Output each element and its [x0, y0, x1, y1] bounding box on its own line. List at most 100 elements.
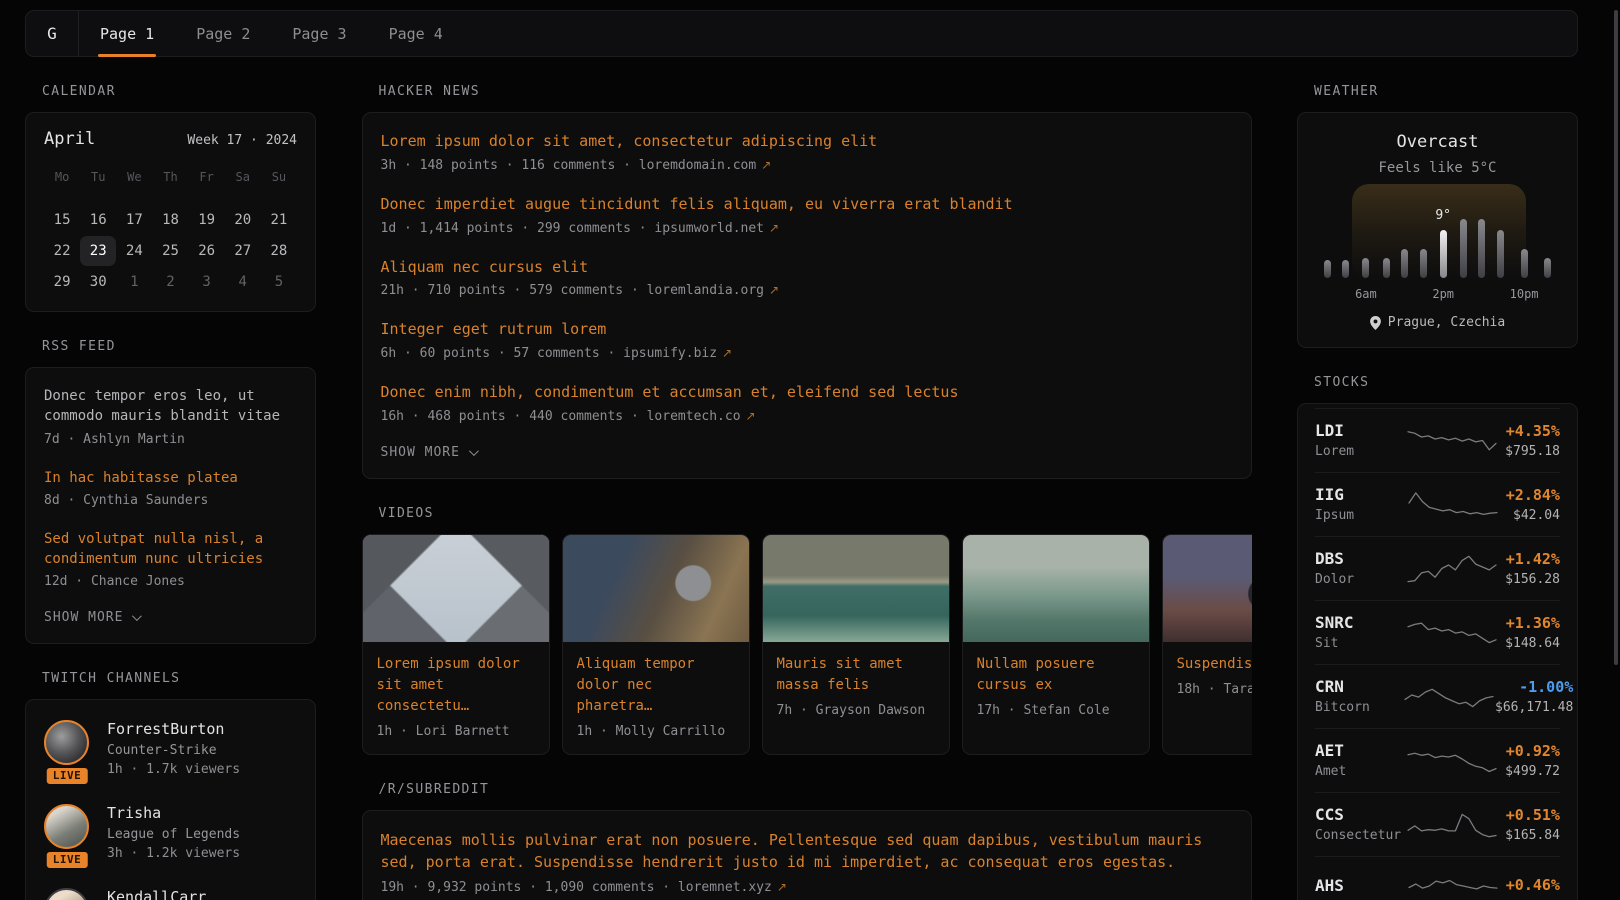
twitch-channel-row[interactable]: LIVE ForrestBurton Counter-Strike 1h · 1…: [44, 720, 297, 777]
external-link-icon: ↗: [746, 409, 756, 423]
rss-item: Donec tempor eros leo, ut commodo mauris…: [44, 386, 297, 447]
stock-change: +2.84%: [1506, 486, 1560, 504]
rss-item-link[interactable]: In hac habitasse platea: [44, 468, 297, 488]
calendar-day: 26: [189, 236, 225, 266]
video-thumbnail: [763, 535, 949, 642]
page-tab[interactable]: Page 4: [368, 11, 464, 56]
twitch-widget: LIVE ForrestBurton Counter-Strike 1h · 1…: [25, 699, 316, 900]
video-title[interactable]: Lorem ipsum dolor sit amet consectetu…: [377, 654, 535, 717]
calendar-day: 28: [261, 236, 297, 266]
calendar-day: 15: [44, 205, 80, 235]
weather-hour-column: [1337, 198, 1356, 302]
rss-item-link[interactable]: Sed volutpat nulla nisl, a condimentum n…: [44, 529, 297, 570]
calendar-day: 25: [152, 236, 188, 266]
calendar-day: 22: [44, 236, 80, 266]
stock-row[interactable]: DBS Dolor +1.42% $156.28: [1315, 536, 1560, 600]
calendar-day: 21: [261, 205, 297, 235]
video-title[interactable]: Mauris sit amet massa felis: [777, 654, 935, 696]
calendar-day-grid: 1516171819202122232425262728293012345: [44, 205, 297, 297]
rss-item-link[interactable]: Donec tempor eros leo, ut commodo mauris…: [44, 386, 297, 427]
stock-row[interactable]: SNRC Sit +1.36% $148.64: [1315, 600, 1560, 664]
page-tab[interactable]: Page 2: [175, 11, 271, 56]
stock-change: +0.46%: [1506, 876, 1560, 894]
weekday-label: Su: [261, 163, 297, 191]
video-meta: 1h · Lori Barnett: [377, 724, 535, 739]
video-card[interactable]: Suspendisse diam 18h · Tara: [1162, 534, 1252, 755]
stock-sparkline: [1403, 678, 1495, 714]
video-meta: 7h · Grayson Dawson: [777, 703, 935, 718]
video-thumbnail: [563, 535, 749, 642]
rss-widget: Donec tempor eros leo, ut commodo mauris…: [25, 367, 316, 644]
location-pin-icon: [1370, 316, 1381, 330]
hn-section-title: HACKER NEWS: [379, 84, 1252, 99]
video-card[interactable]: Mauris sit amet massa felis 7h · Grayson…: [762, 534, 950, 755]
stock-change: +4.35%: [1505, 422, 1560, 440]
video-card[interactable]: Aliquam tempor dolor nec pharetra… 1h · …: [562, 534, 750, 755]
temperature-bar: [1401, 249, 1408, 278]
stock-row[interactable]: IIG Ipsum +2.84% $42.04: [1315, 472, 1560, 536]
calendar-day: 17: [116, 205, 152, 235]
hn-show-more-button[interactable]: SHOW MORE: [381, 445, 1233, 460]
weather-location: Prague, Czechia: [1315, 315, 1560, 330]
hn-item-link[interactable]: Donec enim nibh, condimentum et accumsan…: [381, 382, 1233, 404]
stock-name: Consectetur: [1315, 828, 1403, 843]
video-title[interactable]: Aliquam tempor dolor nec pharetra…: [577, 654, 735, 717]
rss-section-title: RSS FEED: [42, 339, 316, 354]
hn-item-link[interactable]: Donec imperdiet augue tincidunt felis al…: [381, 194, 1233, 216]
stock-row[interactable]: AHS +0.46%: [1315, 856, 1560, 900]
temperature-bar: [1521, 249, 1528, 278]
chevron-down-icon: [132, 612, 142, 622]
live-badge: LIVE: [45, 766, 90, 786]
hn-item-meta: 21h · 710 points · 579 comments · loreml…: [381, 283, 1233, 298]
stock-sparkline: [1406, 422, 1498, 458]
avatar: [44, 804, 89, 849]
page-tab[interactable]: Page 3: [271, 11, 367, 56]
stock-name: Dolor: [1315, 572, 1403, 587]
stocks-section-title: STOCKS: [1314, 375, 1578, 390]
stock-row[interactable]: AET Amet +0.92% $499.72: [1315, 728, 1560, 792]
calendar-day: 20: [225, 205, 261, 235]
hn-item-link[interactable]: Lorem ipsum dolor sit amet, consectetur …: [381, 131, 1233, 153]
app-logo[interactable]: G: [26, 11, 79, 56]
rss-item: Sed volutpat nulla nisl, a condimentum n…: [44, 529, 297, 590]
video-card[interactable]: Lorem ipsum dolor sit amet consectetu… 1…: [362, 534, 550, 755]
stock-price: $156.28: [1505, 572, 1560, 587]
calendar-day: 19: [189, 205, 225, 235]
stock-price: $795.18: [1505, 444, 1560, 459]
video-thumbnail: [1163, 535, 1252, 642]
external-link-icon: ↗: [761, 158, 771, 172]
stock-row[interactable]: LDI Lorem +4.35% $795.18: [1315, 408, 1560, 472]
stock-row[interactable]: CCS Consectetur +0.51% $165.84: [1315, 792, 1560, 856]
hn-item-meta: 1d · 1,414 points · 299 comments · ipsum…: [381, 221, 1233, 236]
reddit-post-link[interactable]: Maecenas mollis pulvinar erat non posuer…: [381, 829, 1233, 874]
calendar-day: 23: [80, 236, 116, 266]
video-card[interactable]: Nullam posuere cursus ex 17h · Stefan Co…: [962, 534, 1150, 755]
video-title[interactable]: Suspendisse diam: [1177, 654, 1252, 675]
stock-ticker: DBS: [1315, 549, 1403, 568]
rss-item-meta: 8d · Cynthia Saunders: [44, 493, 297, 508]
video-title[interactable]: Nullam posuere cursus ex: [977, 654, 1135, 696]
weather-hour-column: 6am: [1355, 198, 1377, 302]
page-tab[interactable]: Page 1: [79, 11, 175, 56]
hn-item-link[interactable]: Aliquam nec cursus elit: [381, 257, 1233, 279]
calendar-day: 1: [116, 267, 152, 297]
stock-row[interactable]: CRN Bitcorn -1.00% $66,171.48: [1315, 664, 1560, 728]
hn-item: Lorem ipsum dolor sit amet, consectetur …: [381, 131, 1233, 173]
twitch-channel-row[interactable]: LIVE Trisha League of Legends 3h · 1.2k …: [44, 804, 297, 861]
hacker-news-widget: Lorem ipsum dolor sit amet, consectetur …: [362, 112, 1252, 479]
rss-show-more-button[interactable]: SHOW MORE: [44, 610, 297, 625]
page-tabs: Page 1Page 2Page 3Page 4: [79, 11, 464, 56]
rss-list: Donec tempor eros leo, ut commodo mauris…: [44, 386, 297, 589]
twitch-channel-row[interactable]: LIVE KendallCarr: [44, 888, 297, 900]
calendar-day: 3: [189, 267, 225, 297]
stocks-widget: LDI Lorem +4.35% $795.18 IIG Ipsum: [1297, 403, 1578, 900]
hour-label: 10pm: [1510, 287, 1539, 302]
page-scrollbar[interactable]: [1614, 10, 1618, 665]
video-thumbnail: [363, 535, 549, 642]
hn-item-link[interactable]: Integer eget rutrum lorem: [381, 319, 1233, 341]
calendar-day: 27: [225, 236, 261, 266]
hn-item: Donec enim nibh, condimentum et accumsan…: [381, 382, 1233, 424]
twitch-section-title: TWITCH CHANNELS: [42, 671, 316, 686]
weather-hour-column: [1454, 198, 1473, 302]
channel-game: League of Legends: [107, 827, 240, 842]
